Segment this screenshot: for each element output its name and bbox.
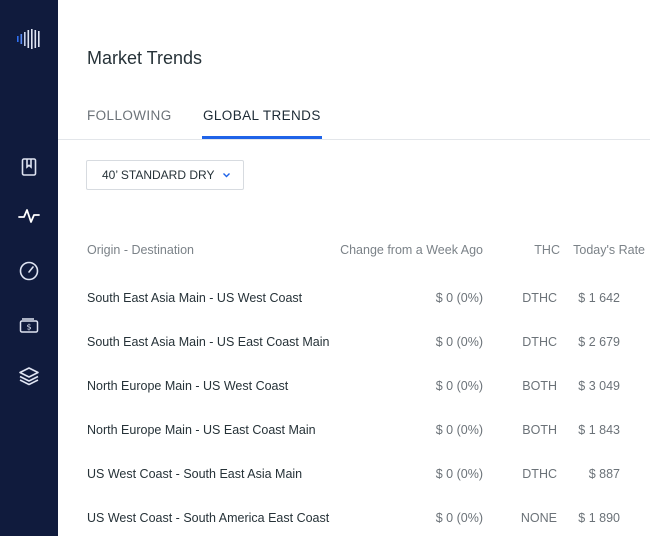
rate-cell: $ 1 890 (578, 511, 620, 525)
wallet-icon[interactable]: $ (15, 311, 43, 339)
route-cell: South East Asia Main - US East Coast Mai… (87, 335, 330, 349)
change-cell: $ 0 (0%) (435, 379, 483, 393)
change-cell: $ 0 (0%) (435, 467, 483, 481)
route-cell: North Europe Main - US West Coast (87, 379, 289, 393)
thc-cell: DTHC (522, 335, 557, 349)
thc-cell: DTHC (522, 467, 557, 481)
thc-cell: BOTH (522, 379, 557, 393)
container-type-dropdown[interactable]: 40’ STANDARD DRY (86, 160, 244, 190)
change-cell: $ 0 (0%) (435, 423, 483, 437)
table-row[interactable]: South East Asia Main - US East Coast Mai… (58, 335, 650, 379)
change-cell: $ 0 (0%) (435, 335, 483, 349)
column-header-thc[interactable]: THC (534, 243, 560, 257)
column-header-change[interactable]: Change from a Week Ago (340, 243, 483, 257)
thc-cell: NONE (520, 511, 557, 525)
table-row[interactable]: US West Coast - South America East Coast… (58, 511, 650, 555)
gauge-icon[interactable] (15, 257, 43, 285)
tab-global-trends[interactable]: GLOBAL TRENDS (202, 108, 322, 139)
table-row[interactable]: South East Asia Main - US West Coast $ 0… (58, 291, 650, 335)
container-type-value: 40’ STANDARD DRY (102, 168, 215, 182)
route-cell: South East Asia Main - US West Coast (87, 291, 303, 305)
column-header-route[interactable]: Origin - Destination (87, 243, 194, 257)
rate-cell: $ 887 (588, 467, 620, 481)
table-row[interactable]: US West Coast - South East Asia Main $ 0… (58, 467, 650, 511)
rate-cell: $ 1 843 (578, 423, 620, 437)
rate-cell: $ 1 642 (578, 291, 620, 305)
column-header-rate[interactable]: Today's Rate (573, 243, 645, 257)
layers-icon[interactable] (15, 362, 43, 390)
route-cell: US West Coast - South East Asia Main (87, 467, 303, 481)
change-cell: $ 0 (0%) (435, 291, 483, 305)
route-cell: US West Coast - South America East Coast (87, 511, 330, 525)
rate-cell: $ 2 679 (578, 335, 620, 349)
thc-cell: BOTH (522, 423, 557, 437)
sidebar: $ (0, 0, 58, 536)
change-cell: $ 0 (0%) (435, 511, 483, 525)
svg-text:$: $ (26, 323, 31, 332)
table-row[interactable]: North Europe Main - US East Coast Main $… (58, 423, 650, 467)
activity-icon[interactable] (15, 202, 43, 230)
logo-icon[interactable] (15, 25, 43, 53)
tab-following[interactable]: FOLLOWING (87, 108, 172, 139)
main-content: Market Trends FOLLOWING GLOBAL TRENDS 40… (58, 0, 650, 536)
tab-bar: FOLLOWING GLOBAL TRENDS (58, 108, 650, 140)
route-cell: North Europe Main - US East Coast Main (87, 423, 316, 437)
chevron-down-icon (222, 172, 231, 178)
page-title: Market Trends (87, 48, 203, 68)
bookmark-icon[interactable] (15, 153, 43, 181)
rate-cell: $ 3 049 (578, 379, 620, 393)
thc-cell: DTHC (522, 291, 557, 305)
table-row[interactable]: North Europe Main - US West Coast $ 0 (0… (58, 379, 650, 423)
